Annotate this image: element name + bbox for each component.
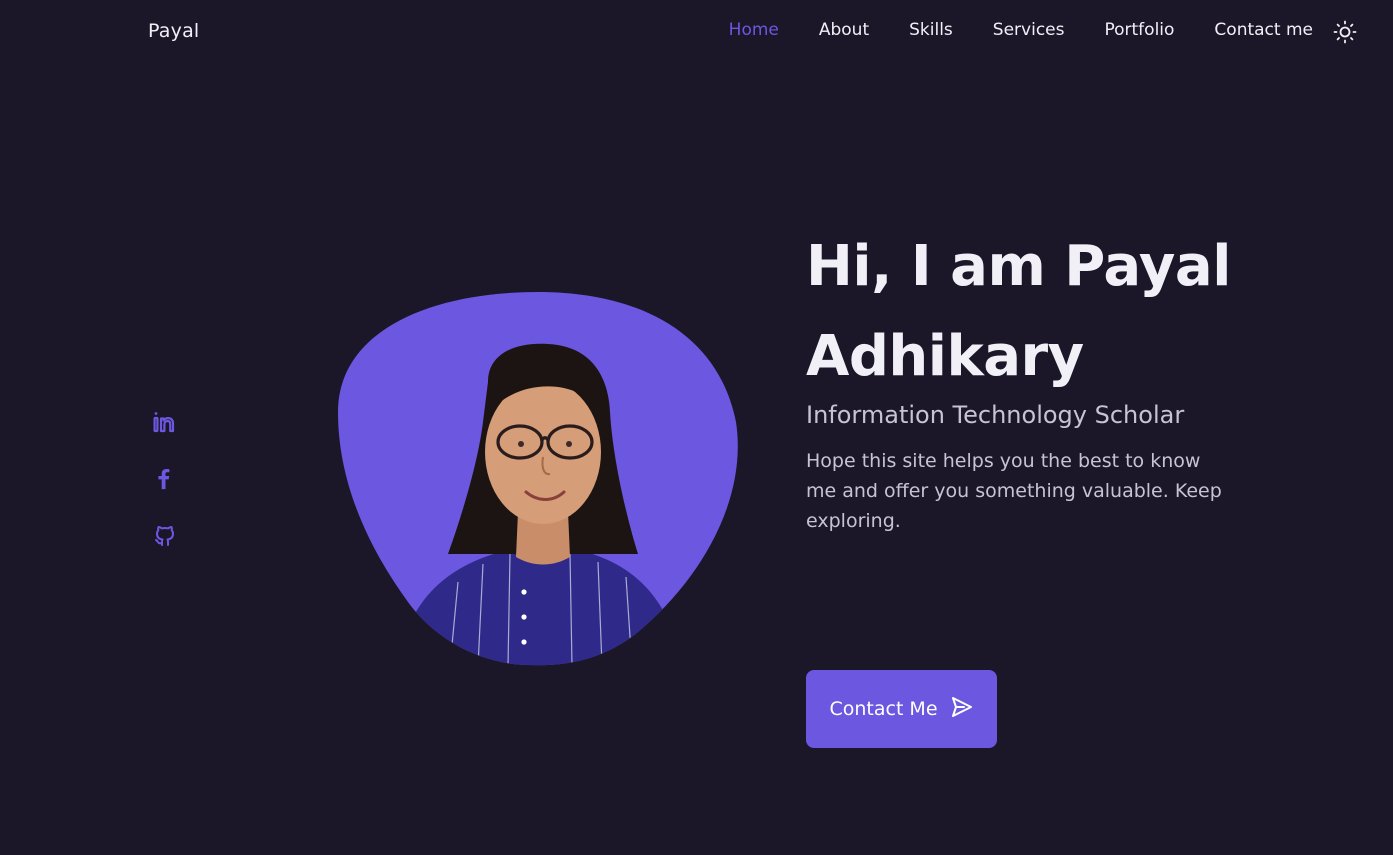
site-header: Payal Home About Skills Services Portfol… xyxy=(0,0,1393,64)
contact-me-label: Contact Me xyxy=(829,698,938,720)
social-links xyxy=(151,410,179,548)
send-icon xyxy=(950,695,974,724)
nav-skills[interactable]: Skills xyxy=(909,20,953,40)
hero-intro: Hi, I am Payal Adhikary Information Tech… xyxy=(806,222,1246,536)
sun-icon[interactable] xyxy=(1333,20,1357,44)
nav-portfolio[interactable]: Portfolio xyxy=(1104,20,1174,40)
linkedin-icon[interactable] xyxy=(151,410,179,434)
logo[interactable]: Payal xyxy=(148,20,199,42)
contact-me-button[interactable]: Contact Me xyxy=(806,670,997,748)
profile-image xyxy=(338,292,740,666)
nav-contact[interactable]: Contact me xyxy=(1214,20,1313,40)
facebook-icon[interactable] xyxy=(151,467,179,491)
hero-subtitle: Information Technology Scholar xyxy=(806,401,1185,429)
github-icon[interactable] xyxy=(151,524,179,548)
main-nav: Home About Skills Services Portfolio Con… xyxy=(729,20,1313,40)
nav-about[interactable]: About xyxy=(819,20,869,40)
hero-description: Hope this site helps you the best to kno… xyxy=(806,450,1222,532)
hero-title: Hi, I am Payal Adhikary xyxy=(806,234,1231,389)
nav-services[interactable]: Services xyxy=(993,20,1065,40)
nav-home[interactable]: Home xyxy=(729,20,779,40)
